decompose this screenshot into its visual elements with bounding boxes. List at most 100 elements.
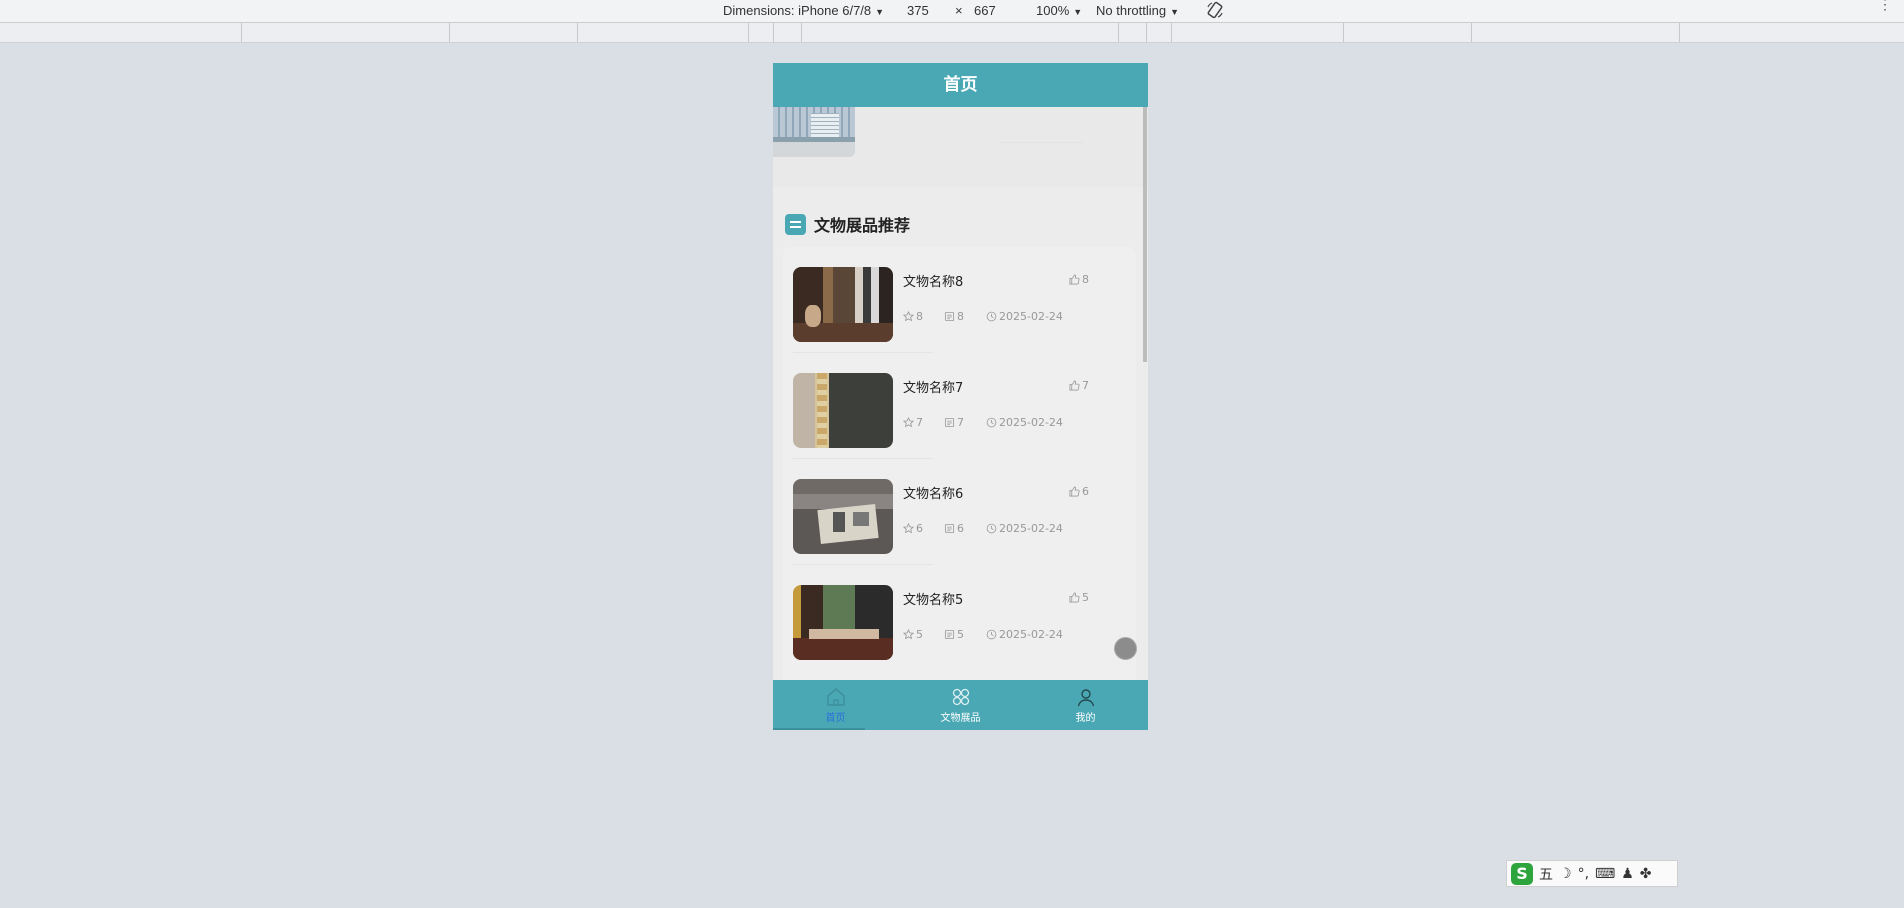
chevron-down-icon: ▼ — [1170, 7, 1180, 17]
user-icon[interactable]: ♟ — [1621, 866, 1634, 882]
artifact-thumbnail[interactable] — [793, 267, 893, 342]
comment-count-value: 7 — [957, 416, 964, 429]
scrollbar[interactable] — [1143, 107, 1147, 362]
ime-mode[interactable]: 五 — [1539, 864, 1553, 884]
artifact-thumbnail[interactable] — [793, 479, 893, 554]
throttling-select[interactable]: No throttling ▼ — [1096, 3, 1179, 18]
star-icon — [903, 311, 914, 322]
comment-icon — [944, 311, 955, 322]
list-item[interactable]: 文物名称6 6 6 6 2025-02-24 — [783, 459, 1136, 565]
artifact-list: 文物名称8 8 8 8 2025-02-24 文物名称7 7 7 7 2025-… — [783, 247, 1136, 730]
media-query-ruler — [0, 23, 1904, 43]
artifact-thumbnail[interactable] — [793, 585, 893, 660]
artifact-name[interactable]: 文物名称8 — [903, 271, 963, 290]
ime-logo-icon[interactable]: S — [1511, 862, 1533, 885]
tab-label: 文物展品 — [940, 713, 981, 724]
ruler-tick — [1679, 23, 1680, 42]
comment-count: 5 — [944, 628, 964, 641]
moon-icon[interactable]: ☽ — [1559, 866, 1572, 882]
star-icon — [903, 629, 914, 640]
ruler-tick — [449, 23, 450, 42]
thumbs-up-icon — [1069, 486, 1080, 497]
favorite-count: 6 — [903, 522, 923, 535]
publish-date: 2025-02-24 — [986, 628, 1063, 641]
punctuation-icon[interactable]: °, — [1578, 866, 1589, 882]
zoom-select[interactable]: 100% ▼ — [1036, 3, 1082, 18]
tab-home[interactable]: 首页 — [773, 680, 898, 730]
menu-icon — [785, 213, 806, 235]
list-item[interactable]: 文物名称5 5 5 5 2025-02-24 — [783, 565, 1136, 671]
section-title: 文物展品推荐 — [814, 216, 911, 235]
artifact-thumbnail[interactable] — [793, 373, 893, 448]
clock-icon — [986, 523, 997, 534]
comment-icon — [944, 417, 955, 428]
ruler-tick — [241, 23, 242, 42]
banner-image[interactable] — [773, 107, 855, 157]
clock-icon — [986, 629, 997, 640]
ruler-tick — [801, 23, 802, 42]
height-input[interactable]: 667 — [974, 3, 996, 18]
width-input[interactable]: 375 — [907, 3, 929, 18]
tab-label: 我的 — [1075, 713, 1096, 724]
chevron-down-icon: ▼ — [875, 7, 885, 17]
bottom-tab-bar: 首页 文物展品 我的 — [773, 680, 1148, 730]
ruler-tick — [748, 23, 749, 42]
clock-icon — [986, 417, 997, 428]
list-item[interactable]: 文物名称7 7 7 7 2025-02-24 — [783, 353, 1136, 459]
artifact-name[interactable]: 文物名称6 — [903, 483, 963, 502]
rotate-icon[interactable] — [1206, 1, 1224, 22]
favorite-count: 8 — [903, 310, 923, 323]
ruler-tick — [1471, 23, 1472, 42]
comment-count-value: 6 — [957, 522, 964, 535]
ruler-tick — [1146, 23, 1147, 42]
back-to-top-button[interactable] — [1114, 637, 1137, 660]
artifact-name[interactable]: 文物名称7 — [903, 377, 963, 396]
banner-carousel[interactable] — [773, 107, 1148, 187]
ime-toolbar[interactable]: S 五 ☽ °, ⌨ ♟ ✤ — [1506, 860, 1678, 887]
like-count-value: 6 — [1082, 485, 1089, 498]
comment-icon — [944, 523, 955, 534]
list-item[interactable]: 文物名称8 8 8 8 2025-02-24 — [783, 247, 1136, 353]
section-header: 文物展品推荐 — [785, 212, 910, 236]
like-count[interactable]: 8 — [1069, 273, 1089, 286]
like-count-value: 7 — [1082, 379, 1089, 392]
publish-date: 2025-02-24 — [986, 310, 1063, 323]
like-count-value: 5 — [1082, 591, 1089, 604]
comment-count-value: 8 — [957, 310, 964, 323]
ruler-tick — [577, 23, 578, 42]
devtools-toolbar: Dimensions: iPhone 6/7/8 ▼ 375 × 667 100%… — [0, 0, 1904, 23]
comment-icon — [944, 629, 955, 640]
publish-date-value: 2025-02-24 — [999, 416, 1063, 429]
zoom-label: 100% — [1036, 3, 1070, 18]
comment-count: 7 — [944, 416, 964, 429]
clock-icon — [986, 311, 997, 322]
tab-label: 首页 — [825, 713, 846, 724]
more-options-icon[interactable]: ⋮ — [1878, 0, 1892, 11]
publish-date: 2025-02-24 — [986, 416, 1063, 429]
divider — [999, 142, 1084, 143]
artifact-name[interactable]: 文物名称5 — [903, 589, 963, 608]
thumbs-up-icon — [1069, 274, 1080, 285]
like-count[interactable]: 7 — [1069, 379, 1089, 392]
like-count[interactable]: 5 — [1069, 591, 1089, 604]
favorite-count-value: 8 — [916, 310, 923, 323]
star-icon — [903, 523, 914, 534]
tab-artifacts[interactable]: 文物展品 — [898, 680, 1023, 730]
ruler-tick — [1171, 23, 1172, 42]
thumbs-up-icon — [1069, 592, 1080, 603]
device-select[interactable]: Dimensions: iPhone 6/7/8 ▼ — [723, 3, 884, 18]
like-count[interactable]: 6 — [1069, 485, 1089, 498]
page-title: 首页 — [773, 63, 1148, 107]
apps-icon[interactable]: ✤ — [1640, 866, 1652, 882]
chevron-down-icon: ▼ — [1073, 7, 1083, 17]
favorite-count-value: 6 — [916, 522, 923, 535]
active-tab-indicator — [773, 728, 865, 730]
tab-profile[interactable]: 我的 — [1023, 680, 1148, 730]
like-count-value: 8 — [1082, 273, 1089, 286]
keyboard-icon[interactable]: ⌨ — [1595, 866, 1615, 882]
favorite-count-value: 7 — [916, 416, 923, 429]
phone-viewport: 首页 文物展品推荐 文物名称8 8 8 8 2025-02-24 文物名称7 7… — [773, 63, 1148, 730]
thumbs-up-icon — [1069, 380, 1080, 391]
favorite-count-value: 5 — [916, 628, 923, 641]
comment-count: 8 — [944, 310, 964, 323]
